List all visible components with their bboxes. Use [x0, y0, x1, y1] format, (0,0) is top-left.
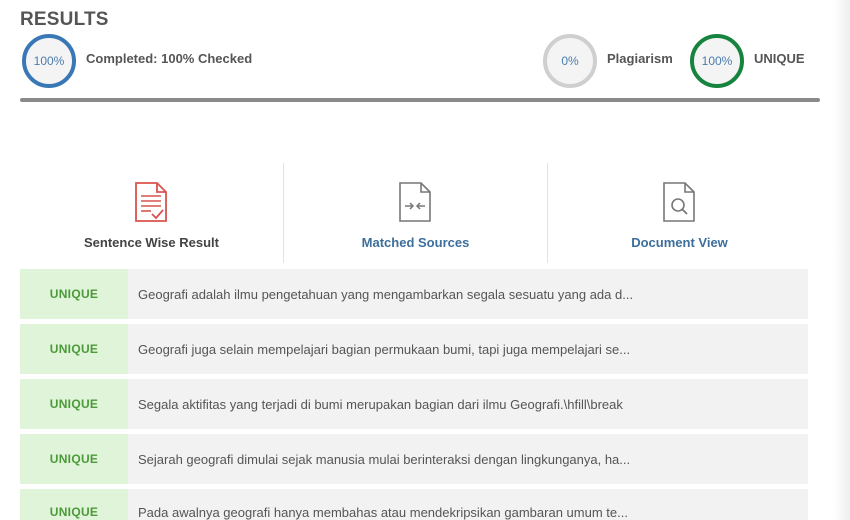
status-badge: UNIQUE: [20, 379, 128, 429]
document-check-icon: [133, 181, 169, 228]
status-badge: UNIQUE: [20, 269, 128, 319]
tab-matched-sources[interactable]: Matched Sources: [284, 163, 547, 263]
progress-bar: [20, 98, 820, 102]
sentence-text: Pada awalnya geografi hanya membahas ata…: [138, 505, 628, 520]
status-badge: UNIQUE: [20, 324, 128, 374]
sentence-text: Geografi adalah ilmu pengetahuan yang me…: [138, 286, 634, 302]
completed-percent: 100%: [33, 54, 65, 68]
unique-label: UNIQUE: [754, 51, 805, 66]
sentence-text: Segala aktifitas yang terjadi di bumi me…: [138, 396, 623, 412]
unique-percent: 100%: [701, 54, 733, 68]
completed-progress-circle: 100%: [22, 34, 76, 88]
tab-sentence-wise-result-label: Sentence Wise Result: [84, 235, 219, 250]
result-tabs: Sentence Wise Result Matched Sources Doc…: [20, 163, 810, 263]
status-badge: UNIQUE: [20, 489, 128, 520]
sentence-text: Sejarah geografi dimulai sejak manusia m…: [138, 451, 631, 467]
plagiarism-percent: 0%: [561, 54, 579, 68]
result-row[interactable]: UNIQUE Pada awalnya geografi hanya memba…: [20, 489, 808, 520]
result-row[interactable]: UNIQUE Geografi adalah ilmu pengetahuan …: [20, 269, 808, 319]
tab-matched-sources-label: Matched Sources: [361, 235, 470, 250]
result-row[interactable]: UNIQUE Segala aktifitas yang terjadi di …: [20, 379, 808, 429]
sentence-text: Geografi juga selain mempelajari bagian …: [138, 341, 631, 357]
result-row[interactable]: UNIQUE Sejarah geografi dimulai sejak ma…: [20, 434, 808, 484]
panel-edge-shadow: [834, 0, 850, 520]
document-compare-icon: [397, 181, 433, 228]
results-title: RESULTS: [20, 9, 109, 30]
plagiarism-label: Plagiarism: [607, 51, 673, 66]
unique-circle: 100%: [690, 34, 744, 88]
tab-document-view-label: Document View: [631, 235, 728, 250]
tab-sentence-wise-result[interactable]: Sentence Wise Result: [20, 163, 283, 263]
document-search-icon: [661, 181, 697, 228]
tab-document-view[interactable]: Document View: [548, 163, 811, 263]
result-row[interactable]: UNIQUE Geografi juga selain mempelajari …: [20, 324, 808, 374]
plagiarism-circle: 0%: [543, 34, 597, 88]
status-badge: UNIQUE: [20, 434, 128, 484]
completed-label: Completed: 100% Checked: [86, 51, 253, 66]
